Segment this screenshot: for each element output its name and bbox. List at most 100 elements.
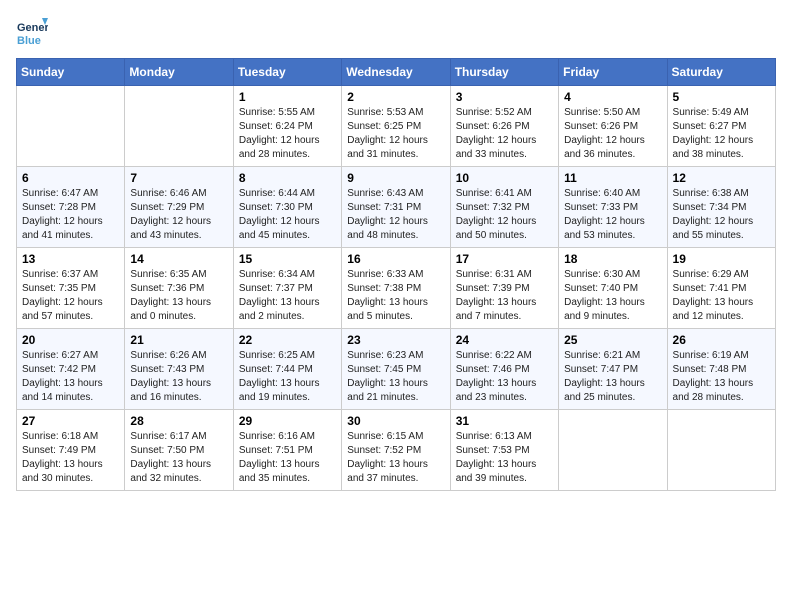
calendar-cell: 19 Sunrise: 6:29 AM Sunset: 7:41 PM Dayli…: [667, 248, 775, 329]
calendar-week-4: 27Sunrise: 6:18 AM Sunset: 7:49 PM Dayli…: [17, 410, 776, 491]
day-number: 10: [456, 171, 553, 185]
calendar-cell: [667, 410, 775, 491]
day-info: Sunrise: 6:37 AM Sunset: 7:35 PM Dayligh…: [22, 268, 119, 324]
day-info: Sunrise: 6:46 AM Sunset: 7:29 PM Dayligh…: [130, 187, 227, 243]
calendar-cell: 9 Sunrise: 6:43 AM Sunset: 7:31 PM Daylig…: [342, 167, 450, 248]
calendar-cell: 1 Sunrise: 5:55 AM Sunset: 6:24 PM Daylig…: [233, 86, 341, 167]
calendar-table: SundayMondayTuesdayWednesdayThursdayFrid…: [16, 58, 776, 491]
day-info: Sunrise: 6:25 AM Sunset: 7:44 PM Dayligh…: [239, 349, 336, 405]
calendar-cell: 8 Sunrise: 6:44 AM Sunset: 7:30 PM Daylig…: [233, 167, 341, 248]
day-number: 23: [347, 333, 444, 347]
calendar-cell: 25 Sunrise: 6:21 AM Sunset: 7:47 PM Dayli…: [559, 329, 667, 410]
calendar-cell: 30 Sunrise: 6:15 AM Sunset: 7:52 PM Dayli…: [342, 410, 450, 491]
calendar-cell: 3 Sunrise: 5:52 AM Sunset: 6:26 PM Daylig…: [450, 86, 558, 167]
weekday-saturday: Saturday: [667, 59, 775, 86]
calendar-cell: 7 Sunrise: 6:46 AM Sunset: 7:29 PM Daylig…: [125, 167, 233, 248]
calendar-body: 1 Sunrise: 5:55 AM Sunset: 6:24 PM Daylig…: [17, 86, 776, 491]
calendar-cell: 10 Sunrise: 6:41 AM Sunset: 7:32 PM Dayli…: [450, 167, 558, 248]
day-number: 20: [22, 333, 119, 347]
day-number: 28: [130, 414, 227, 428]
calendar-cell: [559, 410, 667, 491]
day-number: 22: [239, 333, 336, 347]
day-number: 13: [22, 252, 119, 266]
day-number: 2: [347, 90, 444, 104]
weekday-monday: Monday: [125, 59, 233, 86]
day-number: 5: [673, 90, 770, 104]
calendar-cell: 26Sunrise: 6:19 AM Sunset: 7:48 PM Dayli…: [667, 329, 775, 410]
day-number: 9: [347, 171, 444, 185]
day-number: 30: [347, 414, 444, 428]
calendar-cell: 27Sunrise: 6:18 AM Sunset: 7:49 PM Dayli…: [17, 410, 125, 491]
day-number: 26: [673, 333, 770, 347]
day-info: Sunrise: 6:34 AM Sunset: 7:37 PM Dayligh…: [239, 268, 336, 324]
calendar-cell: 16Sunrise: 6:33 AM Sunset: 7:38 PM Dayli…: [342, 248, 450, 329]
day-number: 7: [130, 171, 227, 185]
day-number: 27: [22, 414, 119, 428]
day-info: Sunrise: 6:30 AM Sunset: 7:40 PM Dayligh…: [564, 268, 661, 324]
day-info: Sunrise: 5:52 AM Sunset: 6:26 PM Dayligh…: [456, 106, 553, 162]
logo: General Blue: [16, 16, 48, 48]
day-info: Sunrise: 6:44 AM Sunset: 7:30 PM Dayligh…: [239, 187, 336, 243]
day-number: 18: [564, 252, 661, 266]
day-info: Sunrise: 5:49 AM Sunset: 6:27 PM Dayligh…: [673, 106, 770, 162]
day-number: 12: [673, 171, 770, 185]
weekday-header-row: SundayMondayTuesdayWednesdayThursdayFrid…: [17, 59, 776, 86]
day-info: Sunrise: 6:29 AM Sunset: 7:41 PM Dayligh…: [673, 268, 770, 324]
calendar-cell: 5 Sunrise: 5:49 AM Sunset: 6:27 PM Daylig…: [667, 86, 775, 167]
calendar-cell: [17, 86, 125, 167]
day-info: Sunrise: 5:53 AM Sunset: 6:25 PM Dayligh…: [347, 106, 444, 162]
day-info: Sunrise: 6:35 AM Sunset: 7:36 PM Dayligh…: [130, 268, 227, 324]
calendar-cell: 13 Sunrise: 6:37 AM Sunset: 7:35 PM Dayli…: [17, 248, 125, 329]
day-info: Sunrise: 6:26 AM Sunset: 7:43 PM Dayligh…: [130, 349, 227, 405]
day-info: Sunrise: 6:43 AM Sunset: 7:31 PM Dayligh…: [347, 187, 444, 243]
day-number: 31: [456, 414, 553, 428]
weekday-sunday: Sunday: [17, 59, 125, 86]
day-info: Sunrise: 6:23 AM Sunset: 7:45 PM Dayligh…: [347, 349, 444, 405]
svg-text:General: General: [17, 22, 48, 34]
day-info: Sunrise: 6:13 AM Sunset: 7:53 PM Dayligh…: [456, 430, 553, 486]
calendar-cell: 23 Sunrise: 6:23 AM Sunset: 7:45 PM Dayli…: [342, 329, 450, 410]
calendar-cell: 11Sunrise: 6:40 AM Sunset: 7:33 PM Dayli…: [559, 167, 667, 248]
logo-svg: General Blue: [16, 16, 48, 48]
calendar-cell: 17 Sunrise: 6:31 AM Sunset: 7:39 PM Dayli…: [450, 248, 558, 329]
day-number: 17: [456, 252, 553, 266]
day-info: Sunrise: 6:41 AM Sunset: 7:32 PM Dayligh…: [456, 187, 553, 243]
calendar-cell: 18 Sunrise: 6:30 AM Sunset: 7:40 PM Dayli…: [559, 248, 667, 329]
day-number: 19: [673, 252, 770, 266]
day-number: 29: [239, 414, 336, 428]
day-number: 6: [22, 171, 119, 185]
calendar-cell: 4 Sunrise: 5:50 AM Sunset: 6:26 PM Daylig…: [559, 86, 667, 167]
day-info: Sunrise: 6:47 AM Sunset: 7:28 PM Dayligh…: [22, 187, 119, 243]
calendar-cell: 14 Sunrise: 6:35 AM Sunset: 7:36 PM Dayli…: [125, 248, 233, 329]
weekday-tuesday: Tuesday: [233, 59, 341, 86]
day-number: 14: [130, 252, 227, 266]
weekday-wednesday: Wednesday: [342, 59, 450, 86]
day-number: 11: [564, 171, 661, 185]
calendar-week-1: 6 Sunrise: 6:47 AM Sunset: 7:28 PM Daylig…: [17, 167, 776, 248]
day-number: 8: [239, 171, 336, 185]
weekday-thursday: Thursday: [450, 59, 558, 86]
calendar-cell: 15 Sunrise: 6:34 AM Sunset: 7:37 PM Dayli…: [233, 248, 341, 329]
calendar-cell: 22 Sunrise: 6:25 AM Sunset: 7:44 PM Dayli…: [233, 329, 341, 410]
day-number: 15: [239, 252, 336, 266]
day-info: Sunrise: 6:31 AM Sunset: 7:39 PM Dayligh…: [456, 268, 553, 324]
calendar-cell: [125, 86, 233, 167]
calendar-cell: 28Sunrise: 6:17 AM Sunset: 7:50 PM Dayli…: [125, 410, 233, 491]
page-header: General Blue: [16, 16, 776, 48]
day-info: Sunrise: 5:50 AM Sunset: 6:26 PM Dayligh…: [564, 106, 661, 162]
day-info: Sunrise: 6:15 AM Sunset: 7:52 PM Dayligh…: [347, 430, 444, 486]
day-info: Sunrise: 6:38 AM Sunset: 7:34 PM Dayligh…: [673, 187, 770, 243]
day-info: Sunrise: 6:22 AM Sunset: 7:46 PM Dayligh…: [456, 349, 553, 405]
day-number: 25: [564, 333, 661, 347]
calendar-week-2: 13 Sunrise: 6:37 AM Sunset: 7:35 PM Dayli…: [17, 248, 776, 329]
calendar-week-0: 1 Sunrise: 5:55 AM Sunset: 6:24 PM Daylig…: [17, 86, 776, 167]
day-info: Sunrise: 6:21 AM Sunset: 7:47 PM Dayligh…: [564, 349, 661, 405]
day-number: 3: [456, 90, 553, 104]
day-number: 1: [239, 90, 336, 104]
day-number: 4: [564, 90, 661, 104]
calendar-cell: 21Sunrise: 6:26 AM Sunset: 7:43 PM Dayli…: [125, 329, 233, 410]
calendar-week-3: 20Sunrise: 6:27 AM Sunset: 7:42 PM Dayli…: [17, 329, 776, 410]
day-info: Sunrise: 6:16 AM Sunset: 7:51 PM Dayligh…: [239, 430, 336, 486]
day-info: Sunrise: 5:55 AM Sunset: 6:24 PM Dayligh…: [239, 106, 336, 162]
calendar-cell: 6 Sunrise: 6:47 AM Sunset: 7:28 PM Daylig…: [17, 167, 125, 248]
